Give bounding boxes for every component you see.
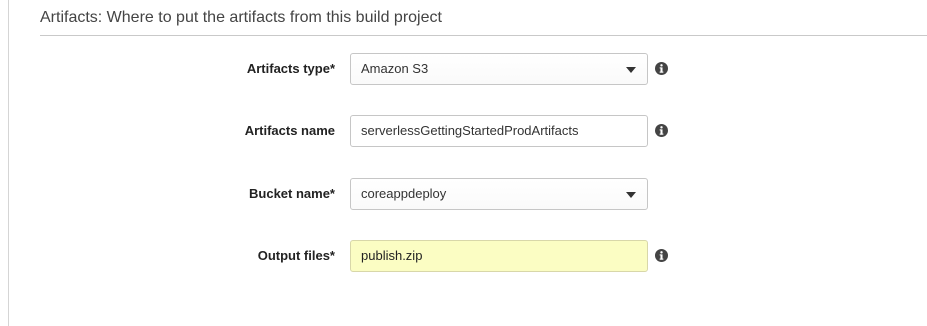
bucket-name-select[interactable]: coreappdeploy <box>350 178 648 210</box>
left-border <box>8 0 9 326</box>
artifacts-type-selected-value: Amazon S3 <box>361 61 429 76</box>
output-files-label: Output files* <box>257 248 335 263</box>
bucket-name-selected-value: coreappdeploy <box>361 186 447 201</box>
artifacts-type-row: Artifacts type* Amazon S3 <box>0 53 927 85</box>
artifacts-name-value: serverlessGettingStartedProdArtifacts <box>361 123 579 138</box>
artifacts-name-input[interactable]: serverlessGettingStartedProdArtifacts <box>350 115 648 147</box>
chevron-down-icon <box>626 192 636 198</box>
artifacts-type-select[interactable]: Amazon S3 <box>350 53 648 85</box>
output-files-input[interactable]: publish.zip <box>350 240 648 272</box>
output-files-value: publish.zip <box>361 248 423 263</box>
artifacts-name-row: Artifacts name serverlessGettingStartedP… <box>0 115 927 147</box>
bucket-name-row: Bucket name* coreappdeploy <box>0 178 927 210</box>
info-icon[interactable] <box>655 124 668 137</box>
section-title: Artifacts: Where to put the artifacts fr… <box>40 9 442 26</box>
chevron-down-icon <box>626 67 636 73</box>
info-icon[interactable] <box>655 249 668 262</box>
output-files-row: Output files* publish.zip <box>0 240 927 272</box>
artifacts-type-label: Artifacts type* <box>246 61 335 76</box>
info-icon[interactable] <box>655 62 668 75</box>
section-header: Artifacts: Where to put the artifacts fr… <box>40 0 927 36</box>
artifacts-name-label: Artifacts name <box>244 123 335 138</box>
bucket-name-label: Bucket name* <box>249 186 335 201</box>
